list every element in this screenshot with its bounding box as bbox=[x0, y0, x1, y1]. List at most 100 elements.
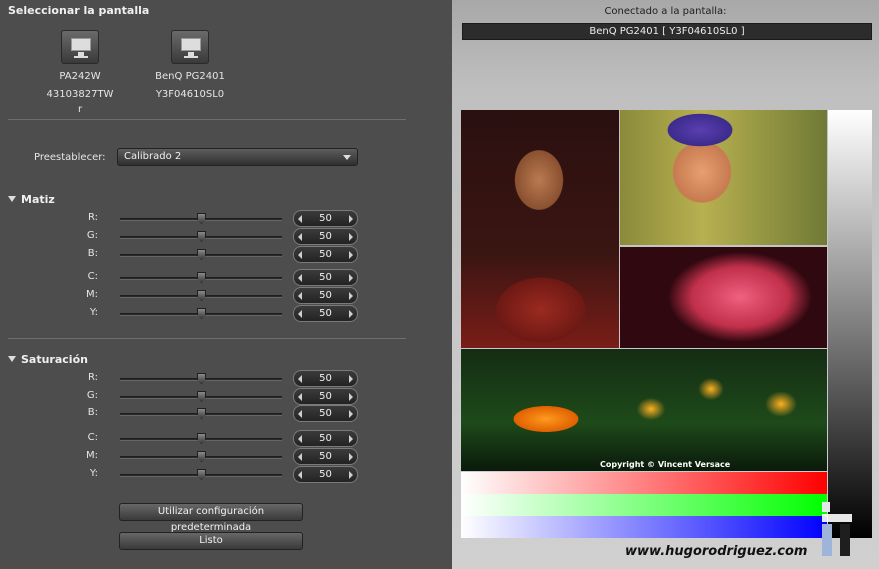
blue-ramp bbox=[461, 516, 827, 538]
value-stepper[interactable]: 50 bbox=[293, 388, 358, 405]
stepper-value[interactable]: 50 bbox=[308, 469, 343, 480]
value-stepper[interactable]: 50 bbox=[293, 287, 358, 304]
use-default-settings-button[interactable]: Utilizar configuración predeterminada bbox=[119, 503, 303, 533]
decrement-arrow-icon[interactable] bbox=[298, 375, 302, 383]
monitor-icon bbox=[171, 30, 209, 64]
decrement-arrow-icon[interactable] bbox=[298, 310, 302, 318]
slider-thumb[interactable] bbox=[197, 469, 206, 480]
increment-arrow-icon[interactable] bbox=[349, 375, 353, 383]
preset-dropdown[interactable]: Calibrado 2 bbox=[117, 148, 358, 166]
stepper-value[interactable]: 50 bbox=[308, 308, 343, 319]
channel-label: M: bbox=[86, 289, 98, 300]
connected-display-field: BenQ PG2401 [ Y3F04610SL0 ] bbox=[462, 23, 872, 40]
value-stepper[interactable]: 50 bbox=[293, 305, 358, 322]
stepper-value[interactable]: 50 bbox=[308, 272, 343, 283]
stepper-value[interactable]: 50 bbox=[308, 391, 343, 402]
select-screen-title: Seleccionar la pantalla bbox=[8, 4, 150, 17]
decrement-arrow-icon[interactable] bbox=[298, 215, 302, 223]
increment-arrow-icon[interactable] bbox=[349, 215, 353, 223]
slider-thumb[interactable] bbox=[197, 290, 206, 301]
slider-thumb[interactable] bbox=[197, 391, 206, 402]
channel-label: C: bbox=[87, 271, 98, 282]
slider-thumb[interactable] bbox=[197, 231, 206, 242]
monitor-name: BenQ PG2401 bbox=[155, 71, 225, 82]
chevron-down-icon bbox=[343, 155, 351, 160]
stepper-value[interactable]: 50 bbox=[308, 451, 343, 462]
hue-row: G: 50 bbox=[0, 228, 452, 246]
hue-section-toggle[interactable]: Matiz bbox=[8, 193, 55, 206]
channel-label: G: bbox=[86, 230, 98, 241]
slider-thumb[interactable] bbox=[197, 408, 206, 419]
slider-thumb[interactable] bbox=[197, 213, 206, 224]
channel-label: B: bbox=[87, 248, 98, 259]
monitor-serial: Y3F04610SL0 bbox=[155, 89, 225, 100]
value-stepper[interactable]: 50 bbox=[293, 269, 358, 286]
increment-arrow-icon[interactable] bbox=[349, 233, 353, 241]
stepper-value[interactable]: 50 bbox=[308, 290, 343, 301]
increment-arrow-icon[interactable] bbox=[349, 453, 353, 461]
decrement-arrow-icon[interactable] bbox=[298, 292, 302, 300]
collapse-triangle-icon bbox=[8, 196, 16, 202]
stepper-value[interactable]: 50 bbox=[308, 433, 343, 444]
hue-row: C: 50 bbox=[0, 269, 452, 287]
green-ramp bbox=[461, 494, 827, 516]
hue-section-title: Matiz bbox=[21, 193, 55, 206]
increment-arrow-icon[interactable] bbox=[349, 471, 353, 479]
increment-arrow-icon[interactable] bbox=[349, 310, 353, 318]
increment-arrow-icon[interactable] bbox=[349, 393, 353, 401]
slider-thumb[interactable] bbox=[197, 308, 206, 319]
decrement-arrow-icon[interactable] bbox=[298, 410, 302, 418]
saturation-row: M: 50 bbox=[0, 448, 452, 466]
decrement-arrow-icon[interactable] bbox=[298, 435, 302, 443]
stepper-value[interactable]: 50 bbox=[308, 249, 343, 260]
saturation-row: G: 50 bbox=[0, 388, 452, 406]
saturation-row: C: 50 bbox=[0, 430, 452, 448]
increment-arrow-icon[interactable] bbox=[349, 292, 353, 300]
slider-thumb[interactable] bbox=[197, 451, 206, 462]
value-stepper[interactable]: 50 bbox=[293, 430, 358, 447]
value-stepper[interactable]: 50 bbox=[293, 246, 358, 263]
channel-label: C: bbox=[87, 432, 98, 443]
value-stepper[interactable]: 50 bbox=[293, 370, 358, 387]
preview-panel: Conectado a la pantalla: BenQ PG2401 [ Y… bbox=[452, 0, 879, 569]
value-stepper[interactable]: 50 bbox=[293, 448, 358, 465]
increment-arrow-icon[interactable] bbox=[349, 274, 353, 282]
decrement-arrow-icon[interactable] bbox=[298, 471, 302, 479]
value-stepper[interactable]: 50 bbox=[293, 228, 358, 245]
channel-label: M: bbox=[86, 450, 98, 461]
saturation-row: R: 50 bbox=[0, 370, 452, 388]
monitor-option-pa242w[interactable]: PA242W 43103827TW r bbox=[35, 30, 125, 116]
slider-thumb[interactable] bbox=[197, 373, 206, 384]
increment-arrow-icon[interactable] bbox=[349, 251, 353, 259]
done-button[interactable]: Listo bbox=[119, 532, 303, 550]
stepper-value[interactable]: 50 bbox=[308, 231, 343, 242]
decrement-arrow-icon[interactable] bbox=[298, 393, 302, 401]
monitor-serial-cont: r bbox=[77, 104, 83, 115]
saturation-row: B: 50 bbox=[0, 405, 452, 423]
monitor-option-benq-pg2401[interactable]: BenQ PG2401 Y3F04610SL0 bbox=[145, 30, 235, 104]
slider-thumb[interactable] bbox=[197, 433, 206, 444]
value-stepper[interactable]: 50 bbox=[293, 466, 358, 483]
preset-label: Preestablecer: bbox=[34, 152, 106, 163]
settings-panel: Seleccionar la pantalla PA242W 43103827T… bbox=[0, 0, 452, 569]
decrement-arrow-icon[interactable] bbox=[298, 274, 302, 282]
decrement-arrow-icon[interactable] bbox=[298, 453, 302, 461]
divider bbox=[8, 338, 406, 339]
value-stepper[interactable]: 50 bbox=[293, 405, 358, 422]
decrement-arrow-icon[interactable] bbox=[298, 233, 302, 241]
slider-thumb[interactable] bbox=[197, 272, 206, 283]
increment-arrow-icon[interactable] bbox=[349, 435, 353, 443]
hue-row: R: 50 bbox=[0, 210, 452, 228]
saturation-section-title: Saturación bbox=[21, 353, 88, 366]
slider-thumb[interactable] bbox=[197, 249, 206, 260]
channel-label: Y: bbox=[89, 307, 98, 318]
hue-row: Y: 50 bbox=[0, 305, 452, 323]
decrement-arrow-icon[interactable] bbox=[298, 251, 302, 259]
preset-value: Calibrado 2 bbox=[124, 151, 182, 162]
stepper-value[interactable]: 50 bbox=[308, 373, 343, 384]
stepper-value[interactable]: 50 bbox=[308, 408, 343, 419]
increment-arrow-icon[interactable] bbox=[349, 410, 353, 418]
saturation-section-toggle[interactable]: Saturación bbox=[8, 353, 88, 366]
value-stepper[interactable]: 50 bbox=[293, 210, 358, 227]
stepper-value[interactable]: 50 bbox=[308, 213, 343, 224]
